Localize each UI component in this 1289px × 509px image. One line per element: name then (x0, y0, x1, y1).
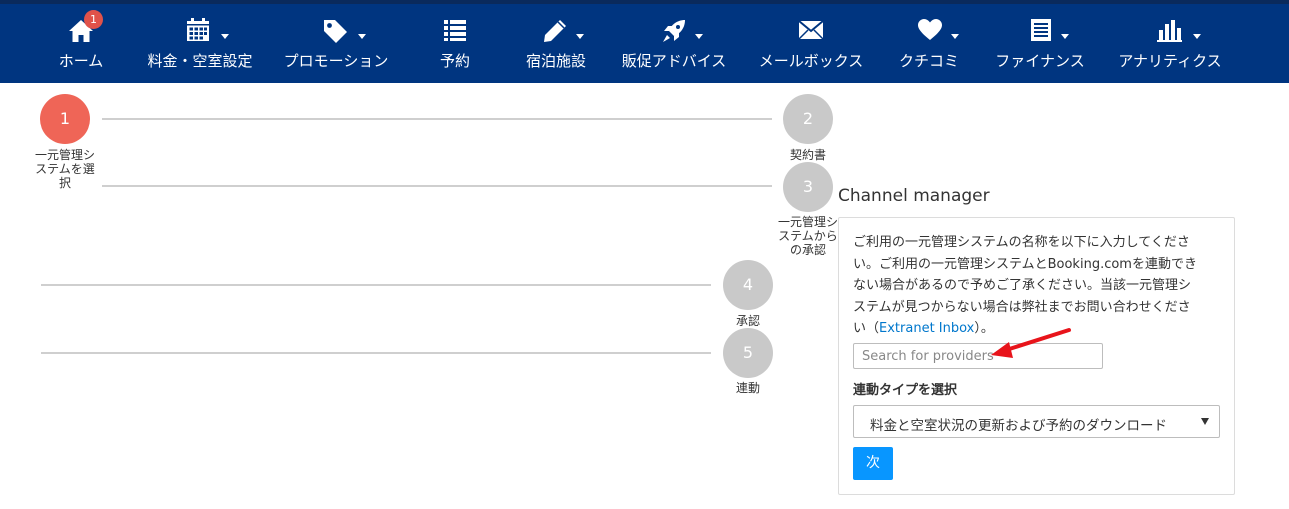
description-line: ステムが見つからない場合は弊社までお問い合わせくださ (853, 299, 1191, 315)
nav-label-property: 宿泊施設 (525, 52, 586, 70)
step-4-label: 承認 (735, 314, 760, 328)
chevron-down-icon (1193, 34, 1201, 39)
step-3-label: 一元管理システムからの承認 (777, 215, 838, 257)
nav-item-promotions[interactable]: プロモーション (278, 4, 394, 83)
step-5-circle: 5 (723, 328, 773, 378)
nav-item-rates-availability[interactable]: 料金・空室設定 (142, 4, 258, 83)
nav-item-reservations[interactable]: 予約 (430, 4, 480, 83)
connection-type-select[interactable]: 料金と空室状況の更新および予約のダウンロード (853, 405, 1220, 438)
step-1-label: 一元管理システムを選択 (34, 148, 95, 190)
chevron-down-icon (576, 34, 584, 39)
connection-type-value: 料金と空室状況の更新および予約のダウンロード (870, 418, 1167, 434)
description-line: ない場合があるので予めご了承ください。当該一元管理シ (853, 278, 1192, 293)
nav-label-reviews: クチコミ (898, 52, 959, 70)
notification-badge: 1 (84, 10, 103, 29)
nav-label-reservations: 予約 (439, 52, 470, 70)
step-connector (41, 284, 711, 286)
nav-item-reviews[interactable]: クチコミ (893, 4, 965, 83)
step-4-circle: 4 (723, 260, 773, 310)
nav-item-finance[interactable]: ファイナンス (990, 4, 1090, 83)
step-1-circle: 1 (40, 94, 90, 144)
nav-item-opportunity[interactable]: 販促アドバイス (616, 4, 732, 83)
document-icon (1031, 19, 1051, 41)
step-2-label: 契約書 (789, 148, 826, 162)
step-5-label: 連動 (735, 381, 760, 395)
chevron-down-icon (695, 34, 703, 39)
dropdown-arrow-icon (1201, 418, 1209, 425)
nav-item-property[interactable]: 宿泊施設 (518, 4, 594, 83)
nav-label-finance: ファイナンス (995, 52, 1085, 70)
pencil-icon (544, 20, 566, 42)
nav-label-opportunity: 販促アドバイス (621, 52, 727, 70)
calendar-icon (187, 18, 209, 41)
nav-item-analytics[interactable]: アナリティクス (1112, 4, 1228, 83)
bar-chart-icon (1157, 20, 1182, 42)
step-connector (102, 185, 772, 187)
description-line: い。ご利用の一元管理システムとBooking.comを連動でき (853, 256, 1197, 272)
step-3-circle: 3 (783, 162, 833, 212)
envelope-icon (798, 20, 824, 40)
annotation-arrow-icon (991, 328, 1071, 358)
step-connector (41, 352, 711, 354)
step-2-circle: 2 (783, 94, 833, 144)
tag-icon (324, 20, 347, 43)
list-icon (444, 20, 466, 41)
chevron-down-icon (221, 34, 229, 39)
nav-label-home: ホーム (58, 52, 104, 70)
description-prefix: い（ (853, 321, 880, 336)
next-button[interactable]: 次 (853, 447, 893, 480)
nav-label-inbox: メールボックス (758, 52, 864, 70)
nav-label-promotions: プロモーション (283, 52, 389, 70)
top-navigation: ホーム 1 料金・空室設定 プロモーション 予約 宿泊施設 販促アドバイス メー… (0, 0, 1289, 83)
nav-label-rates-availability: 料金・空室設定 (147, 52, 253, 70)
nav-item-inbox[interactable]: メールボックス (755, 4, 867, 83)
nav-item-home[interactable]: ホーム (50, 4, 112, 83)
heart-icon (918, 19, 942, 40)
nav-label-analytics: アナリティクス (1118, 52, 1222, 70)
panel-title: Channel manager (838, 186, 990, 206)
connection-type-label: 連動タイプを選択 (853, 383, 958, 398)
step-connector (102, 118, 772, 120)
description-line: ご利用の一元管理システムの名称を以下に入力してくださ (853, 235, 1190, 250)
extranet-inbox-link[interactable]: Extranet Inbox (879, 321, 974, 336)
chevron-down-icon (951, 34, 959, 39)
chevron-down-icon (358, 34, 366, 39)
rocket-icon (663, 20, 685, 42)
chevron-down-icon (1061, 34, 1069, 39)
